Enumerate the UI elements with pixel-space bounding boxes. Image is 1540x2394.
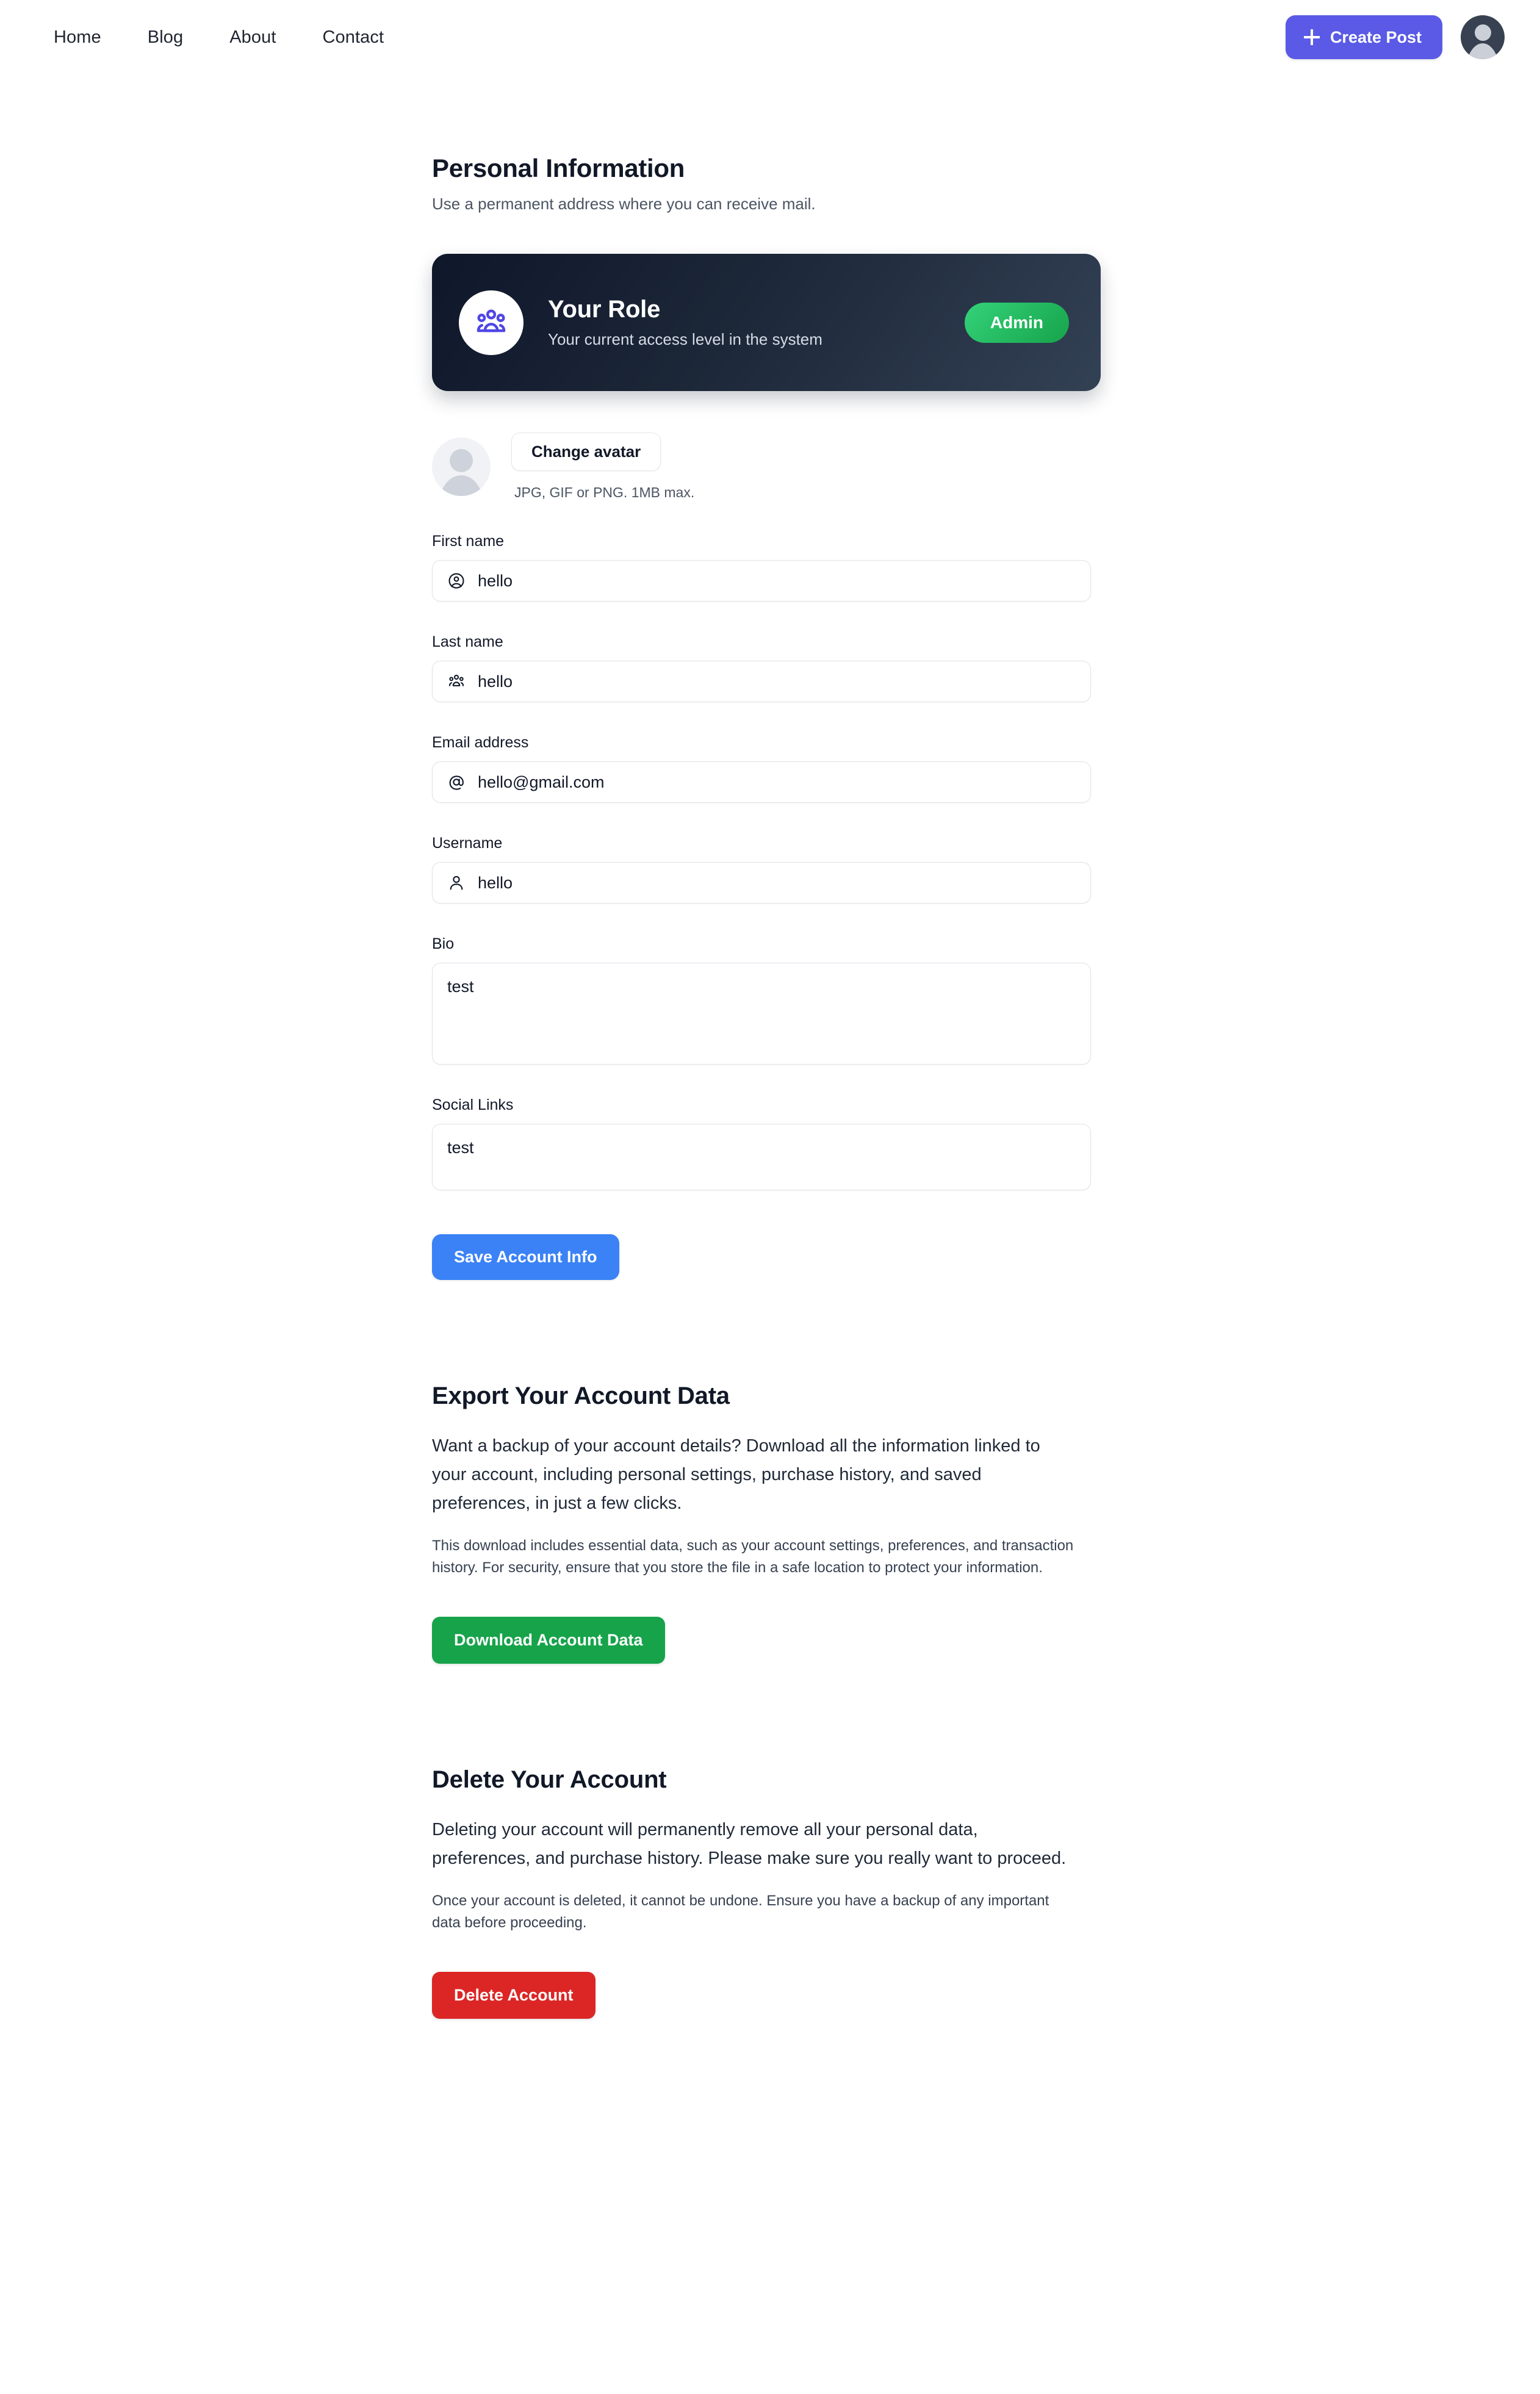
username-input-wrapper[interactable] [432, 862, 1091, 904]
content-column: Personal Information Use a permanent add… [432, 74, 1103, 2098]
field-first-name: First name [432, 533, 1103, 602]
create-post-label: Create Post [1330, 27, 1422, 46]
social-links-label: Social Links [432, 1096, 514, 1113]
primary-nav: Home Blog About Contact [43, 27, 407, 48]
bio-textarea-wrapper[interactable]: test [432, 963, 1091, 1065]
role-card: Your Role Your current access level in t… [432, 254, 1101, 391]
username-label: Username [432, 835, 503, 852]
delete-account-button[interactable]: Delete Account [432, 1971, 595, 2019]
delete-account-section: Delete Your Account Deleting your accoun… [432, 1766, 1103, 2019]
social-links-textarea-wrapper[interactable]: test [432, 1124, 1091, 1190]
export-section-title: Export Your Account Data [432, 1382, 730, 1409]
avatar-body-shape [439, 475, 484, 496]
download-account-data-button[interactable]: Download Account Data [432, 1616, 665, 1664]
first-name-label: First name [432, 533, 505, 550]
personal-information-header: Personal Information Use a permanent add… [432, 74, 1103, 214]
role-status-badge[interactable]: Admin [964, 302, 1069, 343]
nav-link-contact[interactable]: Contact [300, 27, 408, 48]
avatar-head-shape [1474, 24, 1491, 41]
email-input[interactable] [478, 772, 1077, 792]
user-circle-icon [446, 570, 467, 591]
export-account-data-section: Export Your Account Data Want a backup o… [432, 1382, 1103, 1664]
create-post-button[interactable]: Create Post [1285, 15, 1442, 59]
role-text-group: Your Role Your current access level in t… [548, 296, 822, 349]
user-placeholder-icon [432, 437, 491, 496]
avatar-format-hint: JPG, GIF or PNG. 1MB max. [514, 484, 695, 500]
last-name-label: Last name [432, 633, 503, 650]
last-name-input[interactable] [478, 672, 1077, 691]
role-subtitle: Your current access level in the system [548, 330, 822, 348]
last-name-input-wrapper[interactable] [432, 661, 1091, 702]
bottom-spacer [432, 2019, 1103, 2098]
at-sign-icon [446, 772, 467, 793]
delete-section-title: Delete Your Account [432, 1766, 667, 1793]
first-name-input-wrapper[interactable] [432, 560, 1091, 602]
top-navbar: Home Blog About Contact Create Post [0, 0, 1540, 74]
field-social-links: Social Links test [432, 1096, 1103, 1190]
export-section-lead: Want a backup of your account details? D… [432, 1436, 1040, 1513]
email-input-wrapper[interactable] [432, 761, 1091, 803]
user-avatar-icon[interactable] [1461, 15, 1505, 59]
first-name-input[interactable] [478, 571, 1077, 591]
username-input[interactable] [478, 873, 1077, 893]
users-group-icon [446, 671, 467, 692]
delete-section-note: Once your account is deleted, it cannot … [432, 1892, 1049, 1931]
avatar-row: Change avatar JPG, GIF or PNG. 1MB max. [432, 433, 1103, 501]
nav-link-home[interactable]: Home [43, 27, 124, 48]
save-account-info-button[interactable]: Save Account Info [432, 1234, 619, 1280]
field-email-address: Email address [432, 734, 1103, 803]
page-body: Personal Information Use a permanent add… [0, 74, 1540, 2098]
avatar-head-shape [450, 449, 473, 472]
email-address-label: Email address [432, 734, 529, 751]
role-title: Your Role [548, 296, 661, 323]
social-links-textarea[interactable]: test [447, 1137, 1076, 1174]
nav-link-about[interactable]: About [206, 27, 299, 48]
nav-link-blog[interactable]: Blog [124, 27, 206, 48]
export-section-note: This download includes essential data, s… [432, 1537, 1074, 1576]
navbar-right-group: Create Post [1285, 15, 1505, 59]
field-username: Username [432, 835, 1103, 904]
avatar-actions: Change avatar JPG, GIF or PNG. 1MB max. [511, 433, 694, 501]
field-last-name: Last name [432, 633, 1103, 702]
user-icon [446, 872, 467, 893]
change-avatar-button[interactable]: Change avatar [511, 433, 661, 471]
bio-label: Bio [432, 935, 455, 952]
page-title: Personal Information [432, 154, 685, 182]
plus-icon [1303, 29, 1320, 45]
page-subtitle: Use a permanent address where you can re… [432, 195, 816, 213]
users-group-icon [459, 290, 524, 355]
bio-textarea[interactable]: test [447, 976, 1076, 1049]
delete-section-lead: Deleting your account will permanently r… [432, 1819, 1067, 1868]
avatar-body-shape [1466, 43, 1500, 59]
field-bio: Bio test [432, 935, 1103, 1065]
